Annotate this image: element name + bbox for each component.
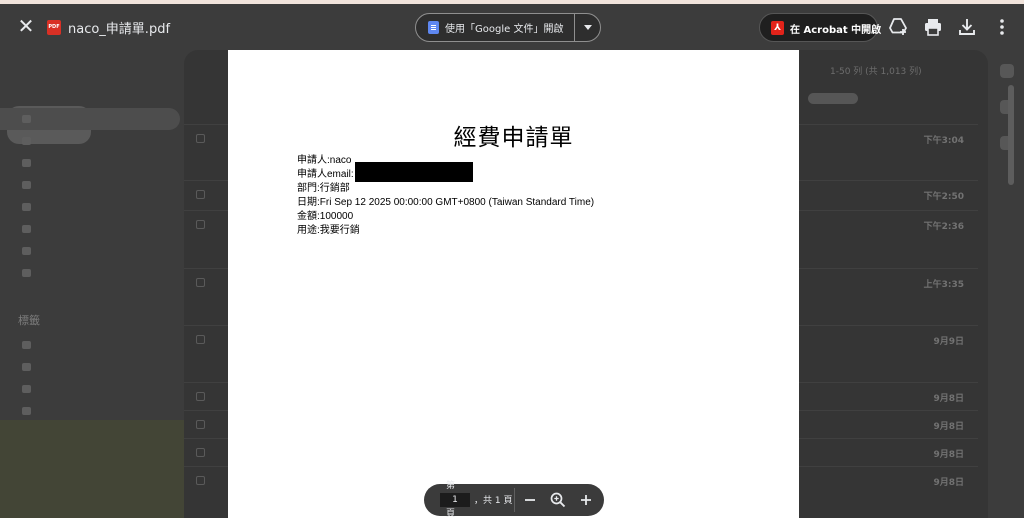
checkbox-icon — [196, 476, 205, 485]
mail-tag — [808, 93, 858, 104]
divider — [514, 488, 515, 512]
download-icon[interactable] — [955, 15, 979, 39]
document-title: 經費申請單 — [453, 125, 574, 151]
acrobat-icon: ⅄ — [771, 21, 784, 35]
category-icon — [22, 247, 31, 255]
field-value: Fri Sep 12 2025 00:00:00 GMT+0800 (Taiwa… — [319, 197, 595, 208]
label-icon — [22, 407, 31, 415]
nav-item — [0, 400, 180, 422]
calendar-icon — [1000, 64, 1014, 78]
field-value: 我要行銷 — [319, 225, 360, 236]
field-value: 100000 — [319, 211, 354, 222]
page-prefix-top: 第 — [446, 481, 456, 491]
nav-item — [0, 356, 180, 378]
field-label: 用途 — [297, 225, 317, 236]
zoom-out-icon[interactable] — [520, 490, 540, 510]
zoom-magnifier-icon[interactable] — [548, 490, 568, 510]
field-value: 行銷部 — [319, 183, 350, 194]
checkbox-icon — [196, 392, 205, 401]
nav-item — [0, 108, 180, 130]
field-label: 日期 — [297, 197, 317, 208]
mail-time: 9月9日 — [933, 337, 964, 347]
google-docs-icon — [428, 21, 439, 34]
sent-icon — [22, 203, 31, 211]
file-name: naco_申請單.pdf — [68, 22, 171, 37]
label-icon — [22, 341, 31, 349]
nav-item — [0, 240, 180, 262]
expand-icon — [22, 269, 31, 277]
mail-time: 9月8日 — [933, 478, 964, 488]
open-with-google-docs-split-button: 使用「Google 文件」開啟 — [415, 13, 601, 42]
mail-time: 下午2:50 — [923, 192, 964, 202]
important-icon — [22, 181, 31, 189]
nav-item — [0, 262, 180, 284]
document-fields: 申請人: naco 申請人email: 部門:行銷部 日期:Fri Sep 12 … — [297, 154, 594, 238]
field-department: 部門:行銷部 — [297, 182, 594, 196]
field-amount: 金額:100000 — [297, 210, 594, 224]
checkbox-icon — [196, 190, 205, 199]
close-icon[interactable]: ✕ — [14, 14, 38, 38]
page-total: ，共 1 頁 — [474, 496, 513, 506]
mail-time: 9月8日 — [933, 450, 964, 460]
chevron-down-icon[interactable] — [575, 14, 601, 41]
nav-item — [0, 196, 180, 218]
page-controls: 第 頁 ，共 1 頁 — [424, 481, 604, 518]
field-value: naco — [329, 155, 352, 166]
field-label: 申請人email — [297, 169, 351, 180]
add-to-drive-icon[interactable] — [886, 15, 910, 39]
labels-heading: 標籤 — [18, 314, 40, 327]
open-with-google-docs-label: 使用「Google 文件」開啟 — [445, 24, 564, 35]
nav-item — [0, 130, 180, 152]
label-icon — [22, 385, 31, 393]
field-date: 日期:Fri Sep 12 2025 00:00:00 GMT+0800 (Ta… — [297, 196, 594, 210]
checkbox-icon — [196, 420, 205, 429]
field-purpose: 用途:我要行銷 — [297, 224, 594, 238]
field-label: 部門 — [297, 183, 317, 194]
open-with-google-docs-button[interactable]: 使用「Google 文件」開啟 — [416, 14, 574, 41]
draft-icon — [22, 225, 31, 233]
viewer-toolbar: ✕ PDF naco_申請單.pdf 使用「Google 文件」開啟 ⅄ 在 A… — [0, 0, 1024, 50]
window-top-strip — [0, 0, 1024, 4]
mail-time: 上午3:35 — [923, 280, 964, 290]
zoom-in-icon[interactable] — [576, 490, 596, 510]
field-label: 金額 — [297, 211, 317, 222]
snooze-icon — [22, 159, 31, 167]
mail-pager: 1-50 列 (共 1,013 列) — [830, 67, 922, 77]
checkbox-icon — [196, 448, 205, 457]
open-in-acrobat-label: 在 Acrobat 中開啟 — [790, 25, 882, 36]
more-vert-icon[interactable] — [990, 15, 1014, 39]
pdf-page: 經費申請單 申請人: naco 申請人email: 部門:行銷部 日期:Fri S… — [228, 50, 799, 518]
nav-item — [0, 334, 180, 356]
nav-item — [0, 378, 180, 400]
pdf-file-icon: PDF — [47, 20, 61, 35]
open-in-acrobat-button[interactable]: ⅄ 在 Acrobat 中開啟 — [759, 13, 882, 42]
checkbox-icon — [196, 278, 205, 287]
label-icon — [22, 363, 31, 371]
inbox-icon — [22, 115, 31, 123]
nav-item — [0, 152, 180, 174]
mail-time: 下午2:36 — [923, 222, 964, 232]
page-number-input[interactable] — [440, 493, 470, 507]
checkbox-icon — [196, 335, 205, 344]
page-prefix-bottom: 頁 — [446, 509, 456, 518]
star-icon — [22, 137, 31, 145]
checkbox-icon — [196, 220, 205, 229]
mail-time: 9月8日 — [933, 394, 964, 404]
mail-time: 下午3:04 — [923, 136, 964, 146]
field-applicant-email: 申請人email: — [297, 162, 594, 182]
scrollbar — [1008, 85, 1014, 185]
field-label: 申請人 — [297, 155, 327, 166]
checkbox-icon — [196, 134, 205, 143]
print-icon[interactable] — [921, 15, 945, 39]
mail-time: 9月8日 — [933, 422, 964, 432]
sidebar-footer — [0, 420, 184, 518]
nav-item — [0, 218, 180, 240]
field-separator: : — [350, 169, 354, 180]
redaction-box — [354, 162, 473, 182]
nav-item — [0, 174, 180, 196]
